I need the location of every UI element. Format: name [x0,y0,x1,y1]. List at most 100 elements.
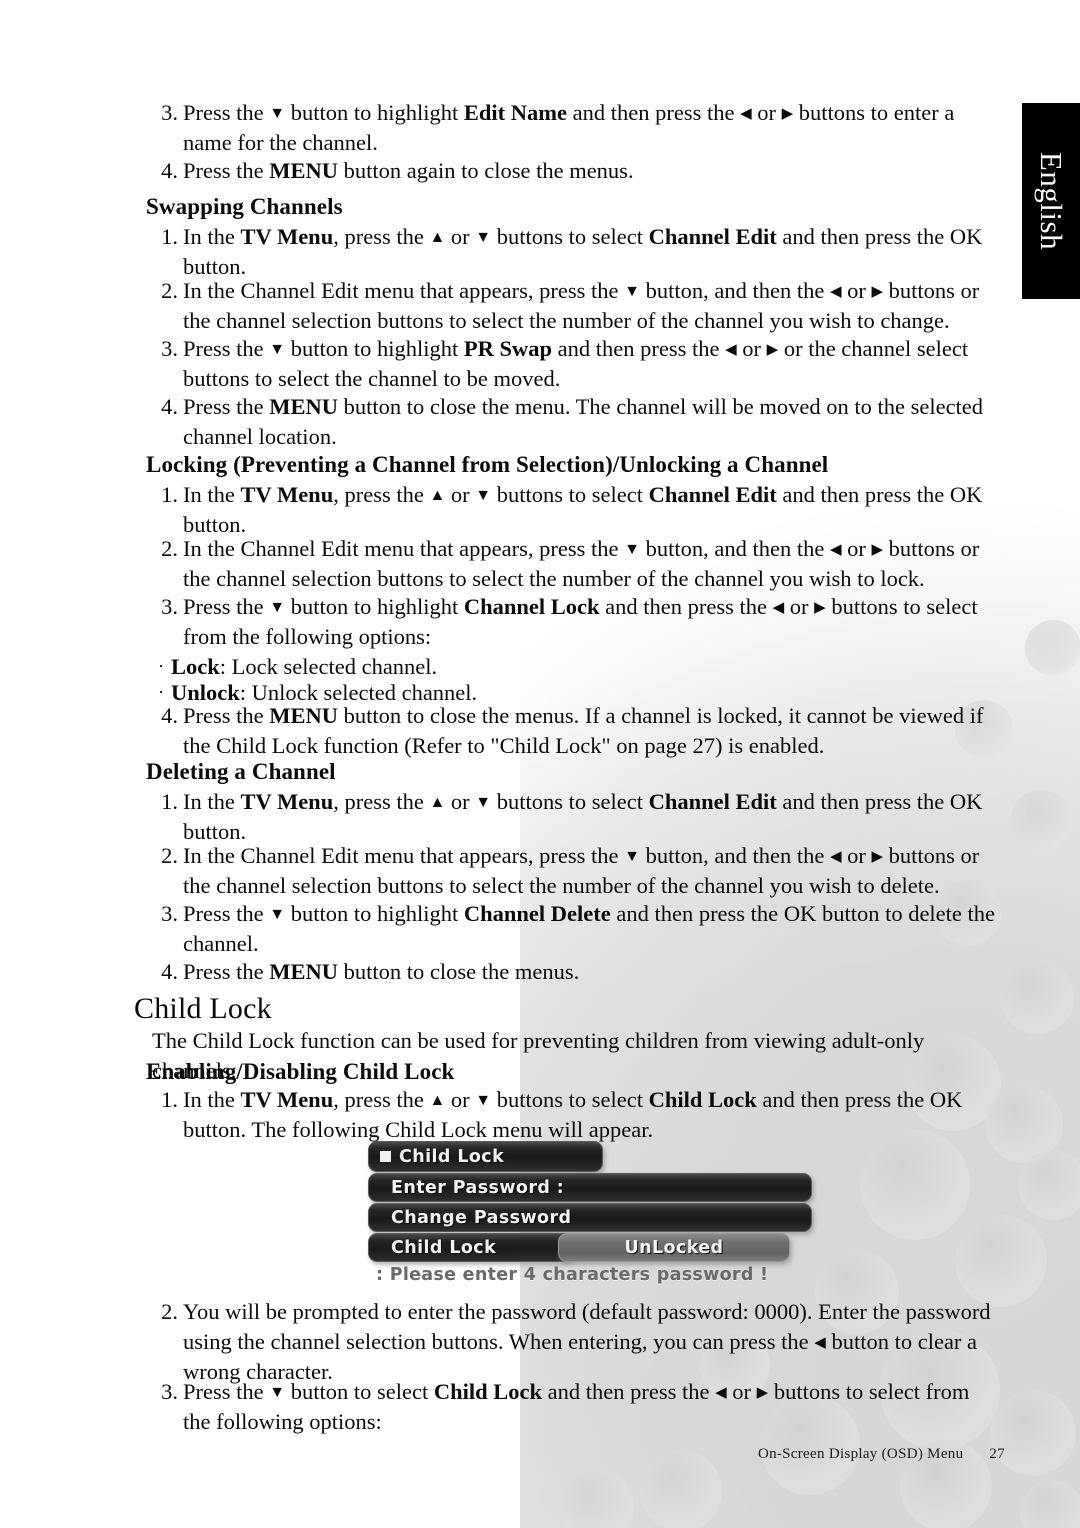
arrow-up-icon: ▲ [429,1092,446,1109]
emphasis-pr-swap: PR Swap [463,336,553,361]
square-bullet-icon [380,1151,391,1162]
text-fragment: or [445,224,476,249]
text-fragment: button to close the menus. [338,959,580,984]
list-text: In the Channel Edit menu that appears, p… [183,276,997,336]
text-fragment: or [841,536,872,561]
arrow-down-icon: ▼ [269,906,286,923]
list-number: 3. [161,594,178,619]
text-fragment: or [445,789,476,814]
bubble [1010,790,1072,852]
text-fragment: Press the [183,1379,270,1404]
list-item: 4. Press the MENU button to close the me… [152,957,997,987]
text-fragment: and then press the [542,1379,716,1404]
arrow-left-icon: ◀ [740,106,752,122]
bubble [1018,1150,1080,1220]
list-item: 3. Press the ▼ button to highlight PR Sw… [152,334,997,394]
text-fragment: , press the [333,789,430,814]
arrow-right-icon: ▶ [756,1385,769,1401]
list-text: In the TV Menu, press the ▲ or ▼ buttons… [183,1085,997,1145]
text-fragment: Press the [183,959,270,984]
arrow-left-icon: ◀ [829,542,842,558]
text-fragment: button to highlight [285,100,464,125]
list-text: In the TV Menu, press the ▲ or ▼ buttons… [183,787,997,847]
arrow-down-icon: ▼ [624,283,640,300]
osd-change-password-label: Change Password [391,1207,572,1228]
osd-row-child-lock[interactable]: Child Lock [368,1233,573,1262]
text-fragment: In the Channel Edit menu that appears, p… [183,843,625,868]
text-fragment: In the Channel Edit menu that appears, p… [183,278,625,303]
text-fragment: button again to close the menus. [338,158,634,183]
list-number: 1. [161,482,178,507]
page-number: 27 [989,1446,1005,1462]
arrow-down-icon: ▼ [269,599,286,616]
emphasis-ok: OK [949,224,983,249]
heading-child-lock: Child Lock [134,992,272,1025]
arrow-down-icon: ▼ [269,1384,286,1401]
arrow-left-icon: ◀ [715,1385,727,1401]
text-fragment: button to select [285,1379,434,1404]
text-fragment: Press the [183,336,270,361]
arrow-right-icon: ▶ [781,106,794,122]
emphasis-menu: MENU [269,959,338,984]
list-item: 3. Press the ▼ button to highlight Chann… [152,899,997,959]
text-fragment: and then press the [610,901,784,926]
text-fragment: Press the [183,394,270,419]
list-text: In the TV Menu, press the ▲ or ▼ buttons… [183,480,997,540]
text-fragment: and then press the [599,594,773,619]
text-fragment: or [445,482,476,507]
list-number: 1. [161,1087,178,1112]
osd-enter-password-label: Enter Password : [391,1177,565,1198]
arrow-right-icon: ▶ [871,542,884,558]
list-item: 3. Press the ▼ button to highlight Chann… [152,592,997,652]
list-number: 2. [161,1299,178,1324]
emphasis-ok: OK [949,482,983,507]
arrow-down-icon: ▼ [475,229,492,246]
text-fragment: , press the [333,224,430,249]
text-fragment: and then press the [776,789,950,814]
heading-enabling-disabling-child-lock: Enabling/Disabling Child Lock [146,1059,455,1084]
text-fragment: button. The following Child Lock menu wi… [183,1117,654,1142]
list-text: Press the MENU button again to close the… [183,156,997,186]
osd-child-lock-label: Child Lock [391,1237,497,1258]
page-footer-label: On-Screen Display (OSD) Menu [757,1446,964,1462]
arrow-left-icon: ◀ [814,1335,826,1351]
emphasis-menu: MENU [269,394,338,419]
language-tab-label: English [1034,151,1069,251]
list-number: 4. [161,394,178,419]
list-text: In the Channel Edit menu that appears, p… [183,841,997,901]
arrow-down-icon: ▼ [475,794,492,811]
list-number: 4. [161,703,178,728]
text-fragment: In the [183,789,241,814]
osd-row-enter-password[interactable]: Enter Password : [368,1173,812,1202]
emphasis-child-lock: Child Lock [433,1379,542,1404]
osd-title-label: Child Lock [399,1146,505,1167]
emphasis-ok: OK [949,789,983,814]
list-text: You will be prompted to enter the passwo… [183,1297,997,1387]
text-fragment: buttons to select [491,1087,649,1112]
bubble [1020,1480,1080,1528]
text-fragment: Press the [183,100,270,125]
heading-deleting-channel: Deleting a Channel [146,759,336,784]
list-number: 3. [161,901,178,926]
list-text: Press the MENU button to close the menu.… [183,392,997,452]
osd-child-lock-value[interactable]: UnLocked [558,1233,790,1262]
emphasis-channel-edit: Channel Edit [648,482,777,507]
arrow-up-icon: ▲ [429,794,446,811]
text-fragment: button, and then the [639,278,830,303]
text-fragment: Press the [183,901,270,926]
osd-child-lock-value-label: UnLocked [624,1237,724,1258]
emphasis-ok: OK [783,901,817,926]
text-fragment: button to highlight [285,594,464,619]
text-fragment: button to highlight [285,336,464,361]
text-fragment: buttons to select [491,482,649,507]
list-text: Press the ▼ button to highlight Channel … [183,899,997,959]
osd-child-lock-menu: Child Lock Enter Password : Change Passw… [368,1141,812,1291]
emphasis-lock: Lock [171,654,220,679]
bubble [990,1390,1076,1476]
list-item: 3. Press the ▼ button to highlight Edit … [152,98,997,158]
list-item: 1. In the TV Menu, press the ▲ or ▼ butt… [152,787,997,847]
list-item: 4. Press the MENU button to close the me… [152,392,997,452]
arrow-left-icon: ◀ [725,342,737,358]
emphasis-tv-menu: TV Menu [240,789,334,814]
osd-row-change-password[interactable]: Change Password [368,1203,812,1232]
